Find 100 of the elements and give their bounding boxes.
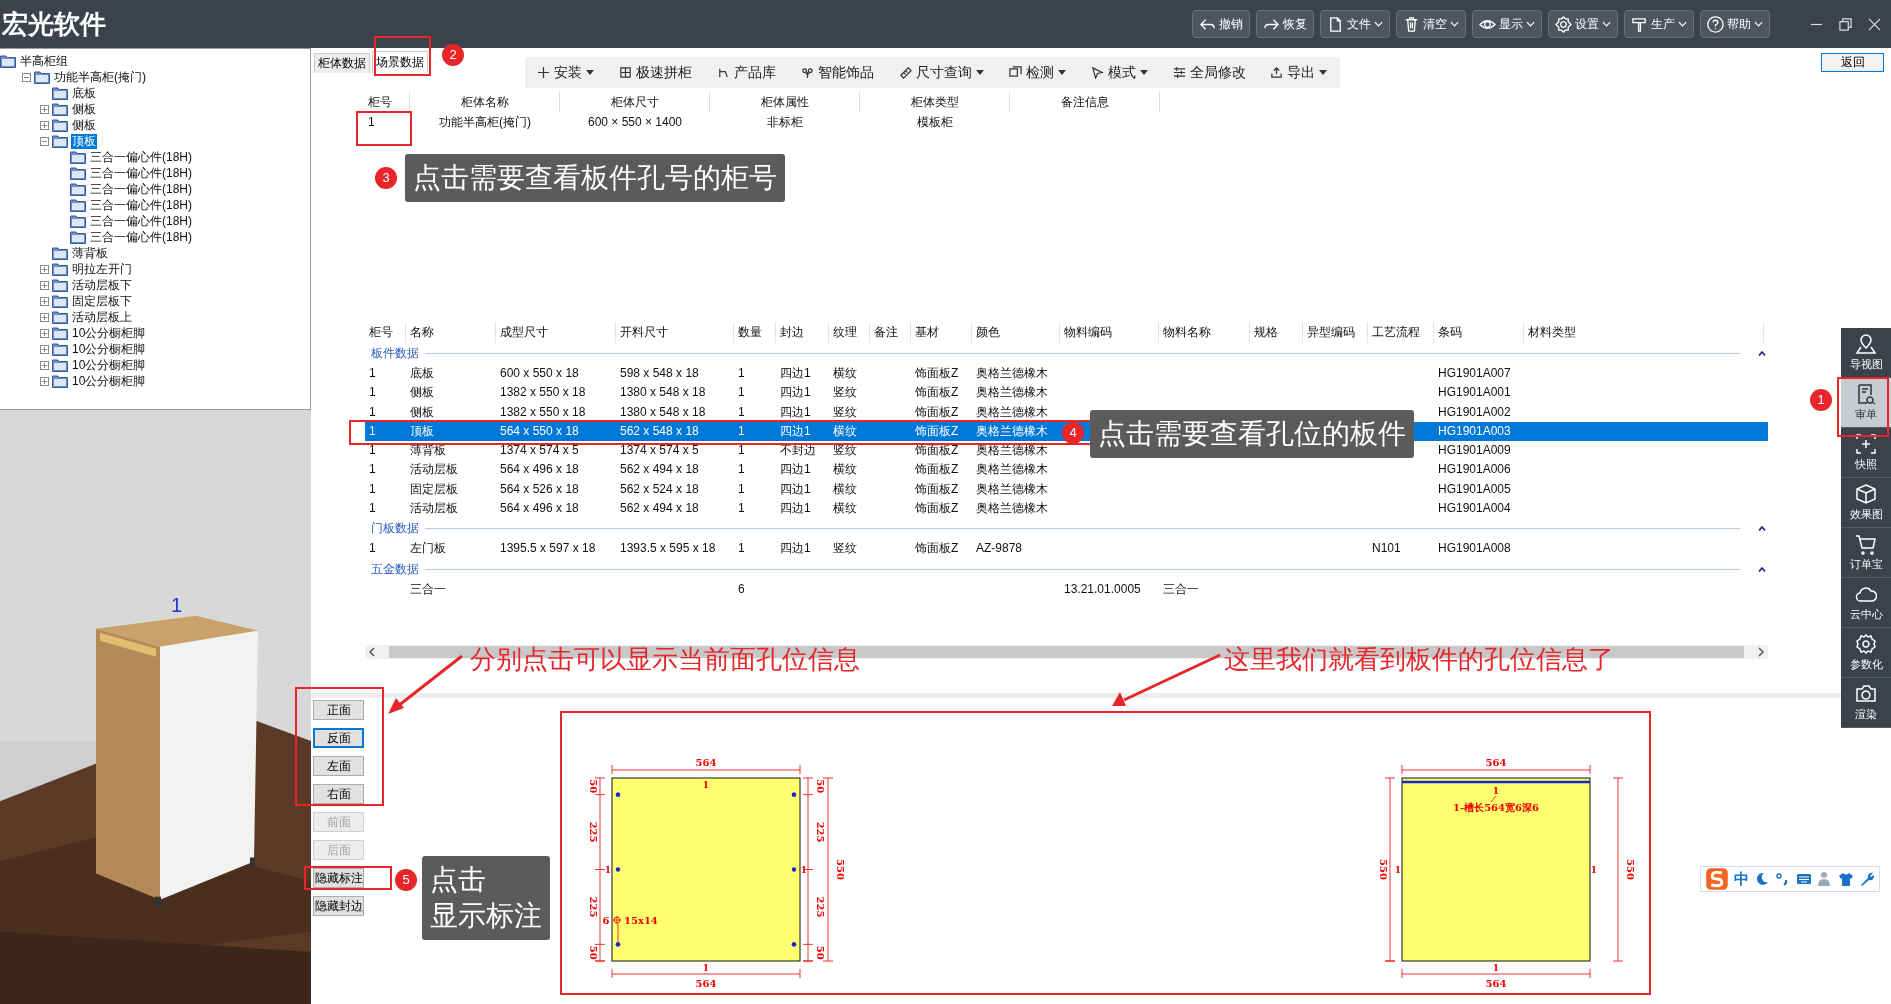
toolbar-button[interactable]: 显示	[1472, 10, 1542, 38]
collapse-icon[interactable]	[1758, 566, 1766, 572]
toolbar-button[interactable]: 检测	[1006, 63, 1068, 82]
column-header: 柜体尺寸	[560, 92, 710, 112]
toolbar-button[interactable]: 生产	[1624, 10, 1694, 38]
table-row[interactable]: 1 固定层板 564 x 526 x 18 562 x 524 x 18 1 四边1 横纹 饰面板Z 奥格兰德橡木 HG1901A005	[365, 479, 1768, 500]
tree-item[interactable]: 10公分橱柜脚	[71, 373, 147, 389]
sidebar-button[interactable]: 效果图	[1841, 478, 1891, 528]
table-cell-text: 1	[368, 384, 377, 402]
shirt-icon[interactable]	[1838, 871, 1854, 887]
scroll-right-icon[interactable]	[1758, 647, 1764, 657]
table-cell[interactable]: 1	[362, 112, 410, 132]
toolbar-button[interactable]: 设置	[1548, 10, 1618, 38]
sidebar-button[interactable]: 导视图	[1841, 328, 1891, 378]
person-icon[interactable]	[1817, 871, 1833, 887]
face-button[interactable]: 隐藏封边	[313, 896, 364, 916]
table-cell[interactable]: 非标柜	[710, 112, 860, 132]
groove-note: 1-槽长564宽6深6	[1453, 802, 1539, 813]
tree-item[interactable]: 三合一偏心件(18H)	[89, 213, 193, 229]
table-cell[interactable]: 模板柜	[860, 112, 1010, 132]
toolbar-button[interactable]: 安装	[535, 63, 597, 82]
expand-icon[interactable]	[40, 376, 49, 386]
table-row[interactable]: 三合一 6 13.21.01.0005 三合一	[365, 579, 1768, 599]
toolbar-button[interactable]: 全局修改	[1170, 63, 1248, 82]
tree-item[interactable]: 三合一偏心件(18H)	[89, 149, 193, 165]
expand-icon[interactable]	[40, 328, 49, 338]
sidebar-button[interactable]: 参数化	[1841, 628, 1891, 678]
tree-item[interactable]: 侧板	[71, 117, 97, 133]
caret-icon	[1526, 21, 1535, 27]
toolbar-button[interactable]: 产品库	[715, 63, 779, 82]
table-row[interactable]: 1 活动层板 564 x 496 x 18 562 x 494 x 18 1 四边1 横纹 饰面板Z 奥格兰德橡木 HG1901A006	[365, 460, 1768, 480]
face-button[interactable]: 反面	[313, 728, 364, 748]
table-cell-text: 562 x 494 x 18	[619, 500, 700, 518]
expand-icon[interactable]	[40, 296, 49, 306]
sidebar-button[interactable]: 渲染	[1841, 678, 1891, 728]
keyboard-icon[interactable]	[1796, 871, 1812, 887]
toolbar-button[interactable]: 恢复	[1256, 10, 1314, 38]
tree-item[interactable]: 10公分橱柜脚	[71, 325, 147, 341]
toolbar-button[interactable]: 帮助	[1700, 10, 1770, 38]
table-cell[interactable]: 功能半高柜(掩门)	[410, 112, 560, 132]
toolbar-button[interactable]: 清空	[1396, 10, 1466, 38]
expand-icon[interactable]	[40, 360, 49, 370]
back-button[interactable]: 返回	[1821, 53, 1884, 72]
sidebar-button[interactable]: 订单宝	[1841, 528, 1891, 578]
input-mode[interactable]: 中	[1734, 869, 1749, 889]
tree-item[interactable]: 顶板	[71, 133, 97, 149]
wrench-icon[interactable]	[1859, 871, 1875, 887]
toolbar-button[interactable]: 模式	[1088, 63, 1150, 82]
toolbar-button[interactable]: 极速拼柜	[617, 63, 695, 82]
tree-item[interactable]: 活动层板上	[71, 309, 133, 325]
tree-item[interactable]: 固定层板下	[71, 293, 133, 309]
tree-item[interactable]: 功能半高柜(掩门)	[53, 69, 147, 85]
table-row[interactable]: 1 侧板 1382 x 550 x 18 1380 x 548 x 18 1 四边1 竖纹 饰面板Z 奥格兰德橡木 HG1901A001	[365, 383, 1768, 403]
sidebar-button[interactable]: 审单	[1841, 378, 1891, 428]
expand-icon[interactable]	[40, 312, 49, 322]
moon-icon[interactable]	[1754, 871, 1770, 887]
table-cell-text: 1	[737, 403, 746, 421]
expand-icon[interactable]	[40, 344, 49, 354]
tree-item[interactable]: 三合一偏心件(18H)	[89, 181, 193, 197]
tab[interactable]: 场景数据	[372, 51, 428, 73]
tab[interactable]: 柜体数据	[314, 53, 370, 73]
tree-item[interactable]: 三合一偏心件(18H)	[89, 197, 193, 213]
tree-item[interactable]: 活动层板下	[71, 277, 133, 293]
toolbar-button[interactable]: 智能饰品	[799, 63, 877, 82]
face-button[interactable]: 左面	[313, 756, 364, 776]
tree-item[interactable]: 三合一偏心件(18H)	[89, 165, 193, 181]
tree-item[interactable]: 10公分橱柜脚	[71, 357, 147, 373]
table-cell-text: 1	[368, 422, 377, 440]
toolbar-button[interactable]: 导出	[1268, 63, 1330, 82]
sidebar-button[interactable]: 快照	[1841, 428, 1891, 478]
collapse-icon[interactable]	[1758, 351, 1766, 356]
table-row[interactable]: 1 底板 600 x 550 x 18 598 x 548 x 18 1 四边1 横纹 饰面板Z 奥格兰德橡木 HG1901A007	[365, 364, 1768, 384]
table-row[interactable]: 1 左门板 1395.5 x 597 x 18 1393.5 x 595 x 18 1 四边1 竖纹 饰面板Z AZ-9878 N101 HG1901A008	[365, 539, 1768, 559]
logo-icon[interactable]	[1705, 867, 1729, 891]
collapse-icon[interactable]	[1758, 526, 1766, 532]
expand-icon[interactable]	[40, 104, 49, 114]
table-cell-text: 1	[368, 442, 377, 460]
tree-item[interactable]: 底板	[71, 85, 97, 101]
tree-item[interactable]: 薄背板	[71, 245, 109, 261]
toolbar-button[interactable]: 撤销	[1192, 10, 1250, 38]
tree-item[interactable]: 10公分橱柜脚	[71, 341, 147, 357]
tree-item[interactable]: 明拉左开门	[71, 261, 133, 277]
expand-icon[interactable]	[40, 264, 49, 274]
face-button[interactable]: 右面	[313, 784, 364, 804]
scroll-left-icon[interactable]	[369, 647, 375, 657]
close-icon[interactable]	[1868, 17, 1881, 31]
restore-icon[interactable]	[1839, 17, 1852, 31]
expand-icon[interactable]	[40, 280, 49, 290]
table-cell[interactable]: 600 × 550 × 1400	[560, 112, 710, 132]
tree-item[interactable]: 半高柜组	[19, 53, 69, 69]
face-button[interactable]: 隐藏标注	[313, 868, 364, 888]
tree-item[interactable]: 侧板	[71, 101, 97, 117]
table-row[interactable]: 1 活动层板 564 x 496 x 18 562 x 494 x 18 1 四边1 横纹 饰面板Z 奥格兰德橡木 HG1901A004	[365, 499, 1768, 519]
toolbar-button[interactable]: 文件	[1320, 10, 1390, 38]
table-cell-text: HG1901A002	[1437, 403, 1512, 421]
expand-icon[interactable]	[40, 120, 49, 130]
sidebar-button[interactable]: 云中心	[1841, 578, 1891, 628]
tree-item[interactable]: 三合一偏心件(18H)	[89, 229, 193, 245]
face-button[interactable]: 正面	[313, 700, 364, 720]
toolbar-button[interactable]: 尺寸查询	[896, 63, 986, 82]
